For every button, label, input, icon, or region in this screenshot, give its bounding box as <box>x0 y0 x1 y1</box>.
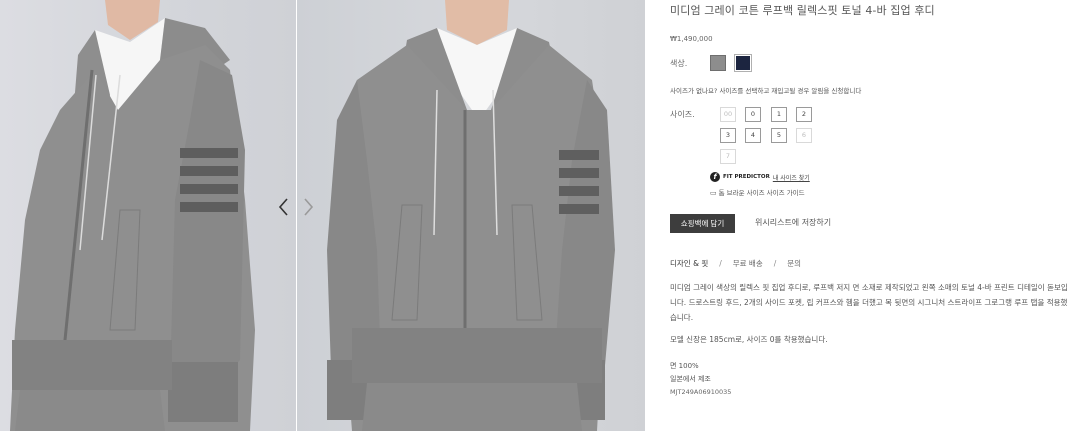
product-image-side[interactable] <box>0 0 296 431</box>
hoodie-front-illustration <box>327 0 615 431</box>
size-guide-label: 톰 브라운 사이즈 사이즈 가이드 <box>718 189 805 197</box>
fit-predictor: f FIT PREDICTOR 내 사이즈 찾기 <box>710 172 810 183</box>
ruler-icon: ▭ <box>710 189 717 197</box>
product-gallery <box>0 0 645 431</box>
product-title: 미디엄 그레이 코튼 루프백 릴렉스핏 토널 4-바 집업 후디 <box>670 4 935 17</box>
size-option-1[interactable]: 1 <box>771 107 787 122</box>
size-label: 사이즈. <box>670 110 695 119</box>
tab-inquiry[interactable]: 문의 <box>787 258 801 269</box>
find-my-size-link[interactable]: 내 사이즈 찾기 <box>773 175 810 182</box>
chevron-left-icon[interactable] <box>276 196 292 218</box>
chevron-right-icon[interactable] <box>300 196 316 218</box>
tab-separator: / <box>719 259 722 268</box>
color-swatch-grey[interactable] <box>710 55 726 71</box>
add-to-bag-button[interactable]: 쇼핑백에 담기 <box>670 214 735 233</box>
size-option-7[interactable]: 7 <box>720 149 736 164</box>
size-option-00[interactable]: 00 <box>720 107 736 122</box>
product-description: 미디엄 그레이 색상의 릴렉스 핏 집업 후디로, 루프백 저지 면 소재로 제… <box>670 283 1068 322</box>
product-sku: MJT249A06910035 <box>670 388 732 396</box>
origin-info: 일본에서 제조 <box>670 375 711 383</box>
color-swatch-navy[interactable] <box>734 54 752 72</box>
size-notify-note[interactable]: 사이즈가 없나요? 사이즈를 선택하고 재입고될 경우 알림을 신청합니다 <box>670 85 861 95</box>
size-option-4[interactable]: 4 <box>745 128 761 143</box>
size-option-0[interactable]: 0 <box>745 107 761 122</box>
material-info: 면 100% <box>670 362 699 370</box>
hoodie-side-illustration <box>10 0 255 431</box>
color-label: 색상. <box>670 59 688 68</box>
tab-free-shipping[interactable]: 무료 배송 <box>733 258 763 269</box>
size-option-2[interactable]: 2 <box>796 107 812 122</box>
fit-predictor-brand: FIT PREDICTOR <box>723 174 770 180</box>
size-option-6[interactable]: 6 <box>796 128 812 143</box>
fit-predictor-logo-icon: f <box>710 172 720 182</box>
product-price: ₩1,490,000 <box>670 35 713 43</box>
save-to-wishlist-button[interactable]: 위시리스트에 저장하기 <box>755 217 831 228</box>
size-guide-link[interactable]: ▭ 톰 브라운 사이즈 사이즈 가이드 <box>710 187 805 197</box>
size-option-3[interactable]: 3 <box>720 128 736 143</box>
tab-separator: / <box>773 259 777 268</box>
tab-design-fit[interactable]: 디자인 & 핏 <box>670 258 708 269</box>
model-info: 모델 신장은 185cm로, 사이즈 0를 착용했습니다. <box>670 335 828 344</box>
size-option-5[interactable]: 5 <box>771 128 787 143</box>
product-image-front[interactable] <box>297 0 645 431</box>
info-tabs: 디자인 & 핏 / 무료 배송 / 문의 <box>670 258 801 269</box>
